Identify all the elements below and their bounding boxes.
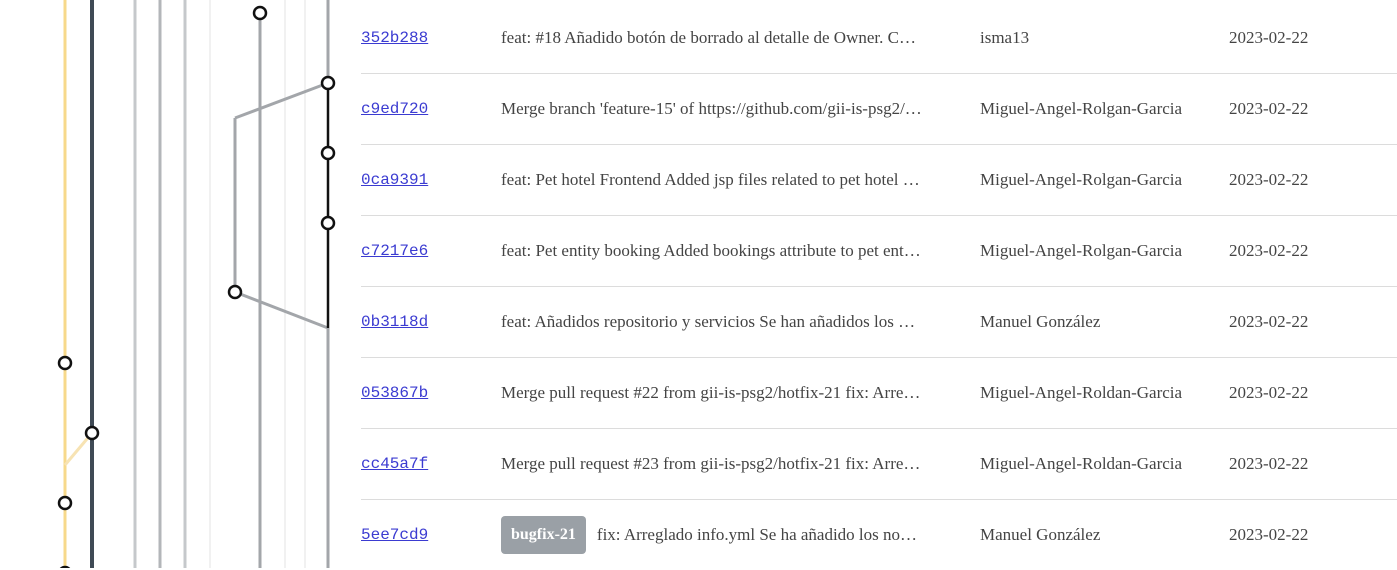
commit-node[interactable] — [320, 145, 336, 161]
commit-node[interactable] — [84, 425, 100, 441]
commit-row[interactable]: c9ed720 Merge branch 'feature-15' of htt… — [361, 74, 1397, 145]
commit-row[interactable]: 352b288 feat: #18 Añadido botón de borra… — [361, 3, 1397, 74]
commit-author: Miguel-Angel-Rolgan-Garcia — [980, 170, 1183, 189]
commit-row[interactable]: 053867b Merge pull request #22 from gii-… — [361, 358, 1397, 429]
commit-hash-link[interactable]: 0b3118d — [361, 287, 428, 357]
commit-message: Merge pull request #22 from gii-is-psg2/… — [501, 383, 921, 402]
commit-message: feat: Pet entity booking Added bookings … — [501, 241, 921, 260]
commit-hash-link[interactable]: 5ee7cd9 — [361, 500, 428, 570]
commit-author: isma13 — [980, 28, 1030, 47]
commit-row[interactable]: 5ee7cd9 bugfix-21 fix: Arreglado info.ym… — [361, 500, 1397, 570]
commit-date: 2023-02-22 — [1229, 525, 1309, 544]
commit-node[interactable] — [320, 75, 336, 91]
commit-author: Miguel-Angel-Roldan-Garcia — [980, 454, 1183, 473]
commit-message-cell: feat: Pet hotel Frontend Added jsp files… — [501, 145, 935, 215]
commit-hash-link[interactable]: 0ca9391 — [361, 145, 428, 215]
commit-message: Merge branch 'feature-15' of https://git… — [501, 99, 922, 118]
commit-message-cell: Merge pull request #23 from gii-is-psg2/… — [501, 429, 935, 499]
commit-message-cell: feat: #18 Añadido botón de borrado al de… — [501, 3, 935, 73]
commit-date: 2023-02-22 — [1229, 312, 1309, 331]
commit-hash-link[interactable]: 053867b — [361, 358, 428, 428]
commit-hash-link[interactable]: 352b288 — [361, 3, 428, 73]
commit-hash-link[interactable]: cc45a7f — [361, 429, 428, 499]
commit-node[interactable] — [227, 284, 243, 300]
commit-author: Manuel González — [980, 525, 1101, 544]
commit-message-cell: feat: Añadidos repositorio y servicios S… — [501, 287, 935, 357]
commit-row[interactable]: 0ca9391 feat: Pet hotel Frontend Added j… — [361, 145, 1397, 216]
commit-message-cell: bugfix-21 fix: Arreglado info.yml Se ha … — [501, 500, 935, 570]
graph-edge — [234, 81, 329, 120]
commit-row[interactable]: c7217e6 feat: Pet entity booking Added b… — [361, 216, 1397, 287]
commit-node[interactable] — [57, 355, 73, 371]
commit-message-cell: Merge pull request #22 from gii-is-psg2/… — [501, 358, 935, 428]
commit-row[interactable]: cc45a7f Merge pull request #23 from gii-… — [361, 429, 1397, 500]
commit-author: Miguel-Angel-Roldan-Garcia — [980, 383, 1183, 402]
commit-author: Manuel González — [980, 312, 1101, 331]
commit-date: 2023-02-22 — [1229, 241, 1309, 260]
commit-node[interactable] — [252, 5, 268, 21]
commit-date: 2023-02-22 — [1229, 454, 1309, 473]
graph-edge — [234, 290, 329, 330]
commit-author: Miguel-Angel-Rolgan-Garcia — [980, 99, 1183, 118]
commit-message: feat: Añadidos repositorio y servicios S… — [501, 312, 916, 331]
commit-date: 2023-02-22 — [1229, 383, 1309, 402]
commit-message: Merge pull request #23 from gii-is-psg2/… — [501, 454, 921, 473]
commit-row[interactable]: 0b3118d feat: Añadidos repositorio y ser… — [361, 287, 1397, 358]
commit-date: 2023-02-22 — [1229, 99, 1309, 118]
commit-date: 2023-02-22 — [1229, 170, 1309, 189]
commit-hash-link[interactable]: c7217e6 — [361, 216, 428, 286]
commit-message: feat: #18 Añadido botón de borrado al de… — [501, 28, 916, 47]
commit-hash-link[interactable]: c9ed720 — [361, 74, 428, 144]
commit-node[interactable] — [57, 495, 73, 511]
branch-badge[interactable]: bugfix-21 — [501, 516, 586, 554]
commit-date: 2023-02-22 — [1229, 28, 1309, 47]
commit-list: 352b288 feat: #18 Añadido botón de borra… — [361, 3, 1397, 570]
commit-message-cell: Merge branch 'feature-15' of https://git… — [501, 74, 935, 144]
commit-message-cell: feat: Pet entity booking Added bookings … — [501, 216, 935, 286]
commit-message: fix: Arreglado info.yml Se ha añadido lo… — [596, 525, 918, 544]
commit-author: Miguel-Angel-Rolgan-Garcia — [980, 241, 1183, 260]
commit-node[interactable] — [320, 215, 336, 231]
commit-message: feat: Pet hotel Frontend Added jsp files… — [501, 170, 920, 189]
commit-graph — [57, 0, 336, 568]
